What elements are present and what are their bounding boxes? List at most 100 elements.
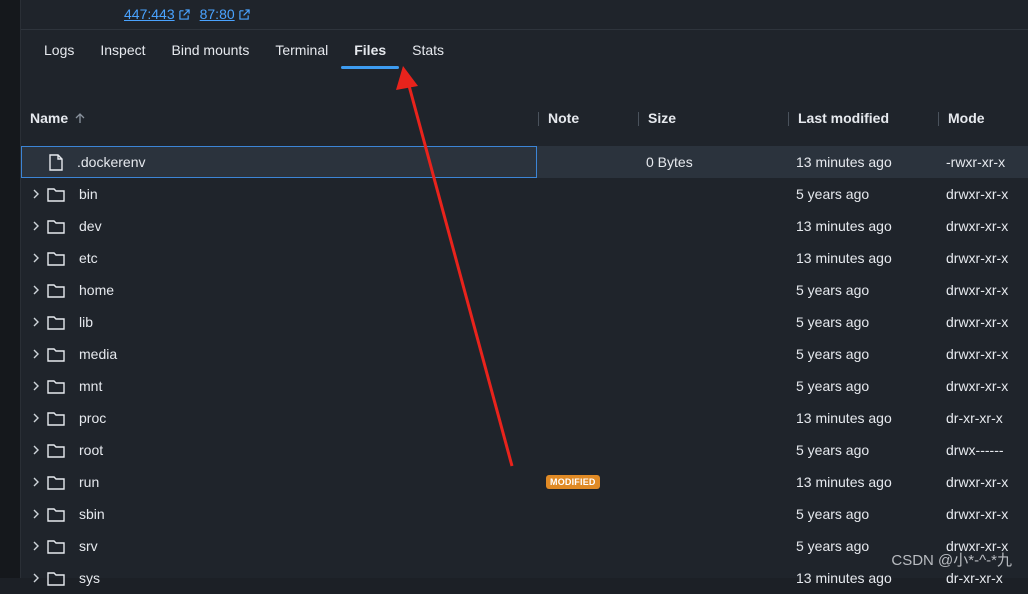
port-links: 447:443 87:80 xyxy=(124,6,250,22)
file-name: dev xyxy=(79,218,102,234)
last-modified-cell: 5 years ago xyxy=(796,506,870,522)
name-cell[interactable]: lib xyxy=(21,306,537,338)
folder-icon xyxy=(47,252,65,266)
tab-terminal[interactable]: Terminal xyxy=(262,38,341,68)
file-name: mnt xyxy=(79,378,103,394)
last-modified-cell: 13 minutes ago xyxy=(796,474,892,490)
name-cell[interactable]: run xyxy=(21,466,537,498)
column-label: Mode xyxy=(948,110,985,126)
file-name: bin xyxy=(79,186,98,202)
column-label: Last modified xyxy=(798,110,890,126)
chevron-right-icon[interactable] xyxy=(31,253,41,263)
last-modified-cell: 5 years ago xyxy=(796,538,870,554)
name-cell[interactable]: dev xyxy=(21,210,537,242)
mode-cell: drwxr-xr-x xyxy=(946,250,1009,266)
chevron-right-icon[interactable] xyxy=(31,381,41,391)
table-row[interactable]: home 5 years ago drwxr-xr-x xyxy=(21,274,1028,306)
tab-stats[interactable]: Stats xyxy=(399,38,457,68)
column-header-name[interactable]: Name xyxy=(30,110,86,126)
external-link-icon xyxy=(238,8,250,20)
mode-cell: drwxr-xr-x xyxy=(946,474,1009,490)
mode-cell: drwxr-xr-x xyxy=(946,378,1009,394)
chevron-right-icon[interactable] xyxy=(31,445,41,455)
size-cell: 0 Bytes xyxy=(646,154,693,170)
column-separator xyxy=(538,112,539,126)
folder-icon xyxy=(47,380,65,394)
chevron-right-icon[interactable] xyxy=(31,573,41,583)
mode-cell: drwxr-xr-x xyxy=(946,346,1009,362)
mode-cell: drwx------ xyxy=(946,442,1004,458)
table-row[interactable]: sbin 5 years ago drwxr-xr-x xyxy=(21,498,1028,530)
folder-icon xyxy=(47,508,65,522)
name-cell[interactable]: sys xyxy=(21,562,537,594)
table-row[interactable]: lib 5 years ago drwxr-xr-x xyxy=(21,306,1028,338)
column-label: Name xyxy=(30,110,69,126)
chevron-right-icon[interactable] xyxy=(31,509,41,519)
table-row[interactable]: proc 13 minutes ago dr-xr-xr-x xyxy=(21,402,1028,434)
chevron-right-icon[interactable] xyxy=(31,541,41,551)
table-row[interactable]: etc 13 minutes ago drwxr-xr-x xyxy=(21,242,1028,274)
mode-cell: dr-xr-xr-x xyxy=(946,570,1003,586)
name-cell[interactable]: bin xyxy=(21,178,537,210)
port-link[interactable]: 87:80 xyxy=(200,6,250,22)
column-label: Size xyxy=(648,110,677,126)
name-cell[interactable]: home xyxy=(21,274,537,306)
chevron-right-icon[interactable] xyxy=(31,477,41,487)
chevron-right-icon[interactable] xyxy=(31,285,41,295)
table-row[interactable]: srv 5 years ago drwxr-xr-x xyxy=(21,530,1028,562)
mode-cell: dr-xr-xr-x xyxy=(946,410,1003,426)
tab-files[interactable]: Files xyxy=(341,38,400,69)
column-header-note[interactable]: Note xyxy=(538,110,579,126)
mode-cell: -rwxr-xr-x xyxy=(946,154,1006,170)
chevron-right-icon[interactable] xyxy=(31,189,41,199)
name-cell[interactable]: etc xyxy=(21,242,537,274)
table-row[interactable]: sys 13 minutes ago dr-xr-xr-x xyxy=(21,562,1028,594)
file-name: media xyxy=(79,346,118,362)
last-modified-cell: 13 minutes ago xyxy=(796,218,892,234)
tab-inspect[interactable]: Inspect xyxy=(87,38,158,68)
name-cell[interactable]: mnt xyxy=(21,370,537,402)
last-modified-cell: 13 minutes ago xyxy=(796,570,892,586)
table-row[interactable]: bin 5 years ago drwxr-xr-x xyxy=(21,178,1028,210)
tab-logs[interactable]: Logs xyxy=(31,38,87,68)
table-row[interactable]: run MODIFIED 13 minutes ago drwxr-xr-x xyxy=(21,466,1028,498)
name-cell[interactable]: proc xyxy=(21,402,537,434)
last-modified-cell: 5 years ago xyxy=(796,314,870,330)
name-cell[interactable]: media xyxy=(21,338,537,370)
name-cell[interactable]: srv xyxy=(21,530,537,562)
chevron-right-icon[interactable] xyxy=(31,413,41,423)
table-row[interactable]: .dockerenv 0 Bytes 13 minutes ago -rwxr-xr-… xyxy=(21,146,1028,178)
name-cell[interactable]: sbin xyxy=(21,498,537,530)
tab-bind-mounts[interactable]: Bind mounts xyxy=(159,38,263,68)
chevron-right-icon[interactable] xyxy=(31,221,41,231)
last-modified-cell: 13 minutes ago xyxy=(796,410,892,426)
table-row[interactable]: root 5 years ago drwx------ xyxy=(21,434,1028,466)
table-header: Name Note Size Last modified Mode xyxy=(21,100,1028,136)
folder-icon xyxy=(47,220,65,234)
table-row[interactable]: dev 13 minutes ago drwxr-xr-x xyxy=(21,210,1028,242)
port-link[interactable]: 447:443 xyxy=(124,6,190,22)
table-row[interactable]: media 5 years ago drwxr-xr-x xyxy=(21,338,1028,370)
column-header-mode[interactable]: Mode xyxy=(938,110,985,126)
container-detail-panel: 447:443 87:80 Logs Inspect Bind mounts T… xyxy=(21,0,1028,586)
folder-icon xyxy=(47,188,65,202)
name-cell[interactable]: root xyxy=(21,434,537,466)
chevron-right-icon[interactable] xyxy=(31,349,41,359)
file-name: .dockerenv xyxy=(77,154,146,170)
name-cell[interactable]: .dockerenv xyxy=(21,146,537,178)
port-label: 87:80 xyxy=(199,6,235,22)
column-header-size[interactable]: Size xyxy=(638,110,677,126)
folder-icon xyxy=(47,572,65,586)
folder-icon xyxy=(47,348,65,362)
last-modified-cell: 5 years ago xyxy=(796,346,870,362)
column-separator xyxy=(638,112,639,126)
chevron-right-icon[interactable] xyxy=(31,317,41,327)
file-name: root xyxy=(79,442,104,458)
external-link-icon xyxy=(178,8,190,20)
folder-icon xyxy=(47,316,65,330)
file-name: srv xyxy=(79,538,98,554)
column-header-last-modified[interactable]: Last modified xyxy=(788,110,890,126)
column-separator xyxy=(788,112,789,126)
sort-ascending-icon[interactable] xyxy=(74,112,86,124)
table-row[interactable]: mnt 5 years ago drwxr-xr-x xyxy=(21,370,1028,402)
